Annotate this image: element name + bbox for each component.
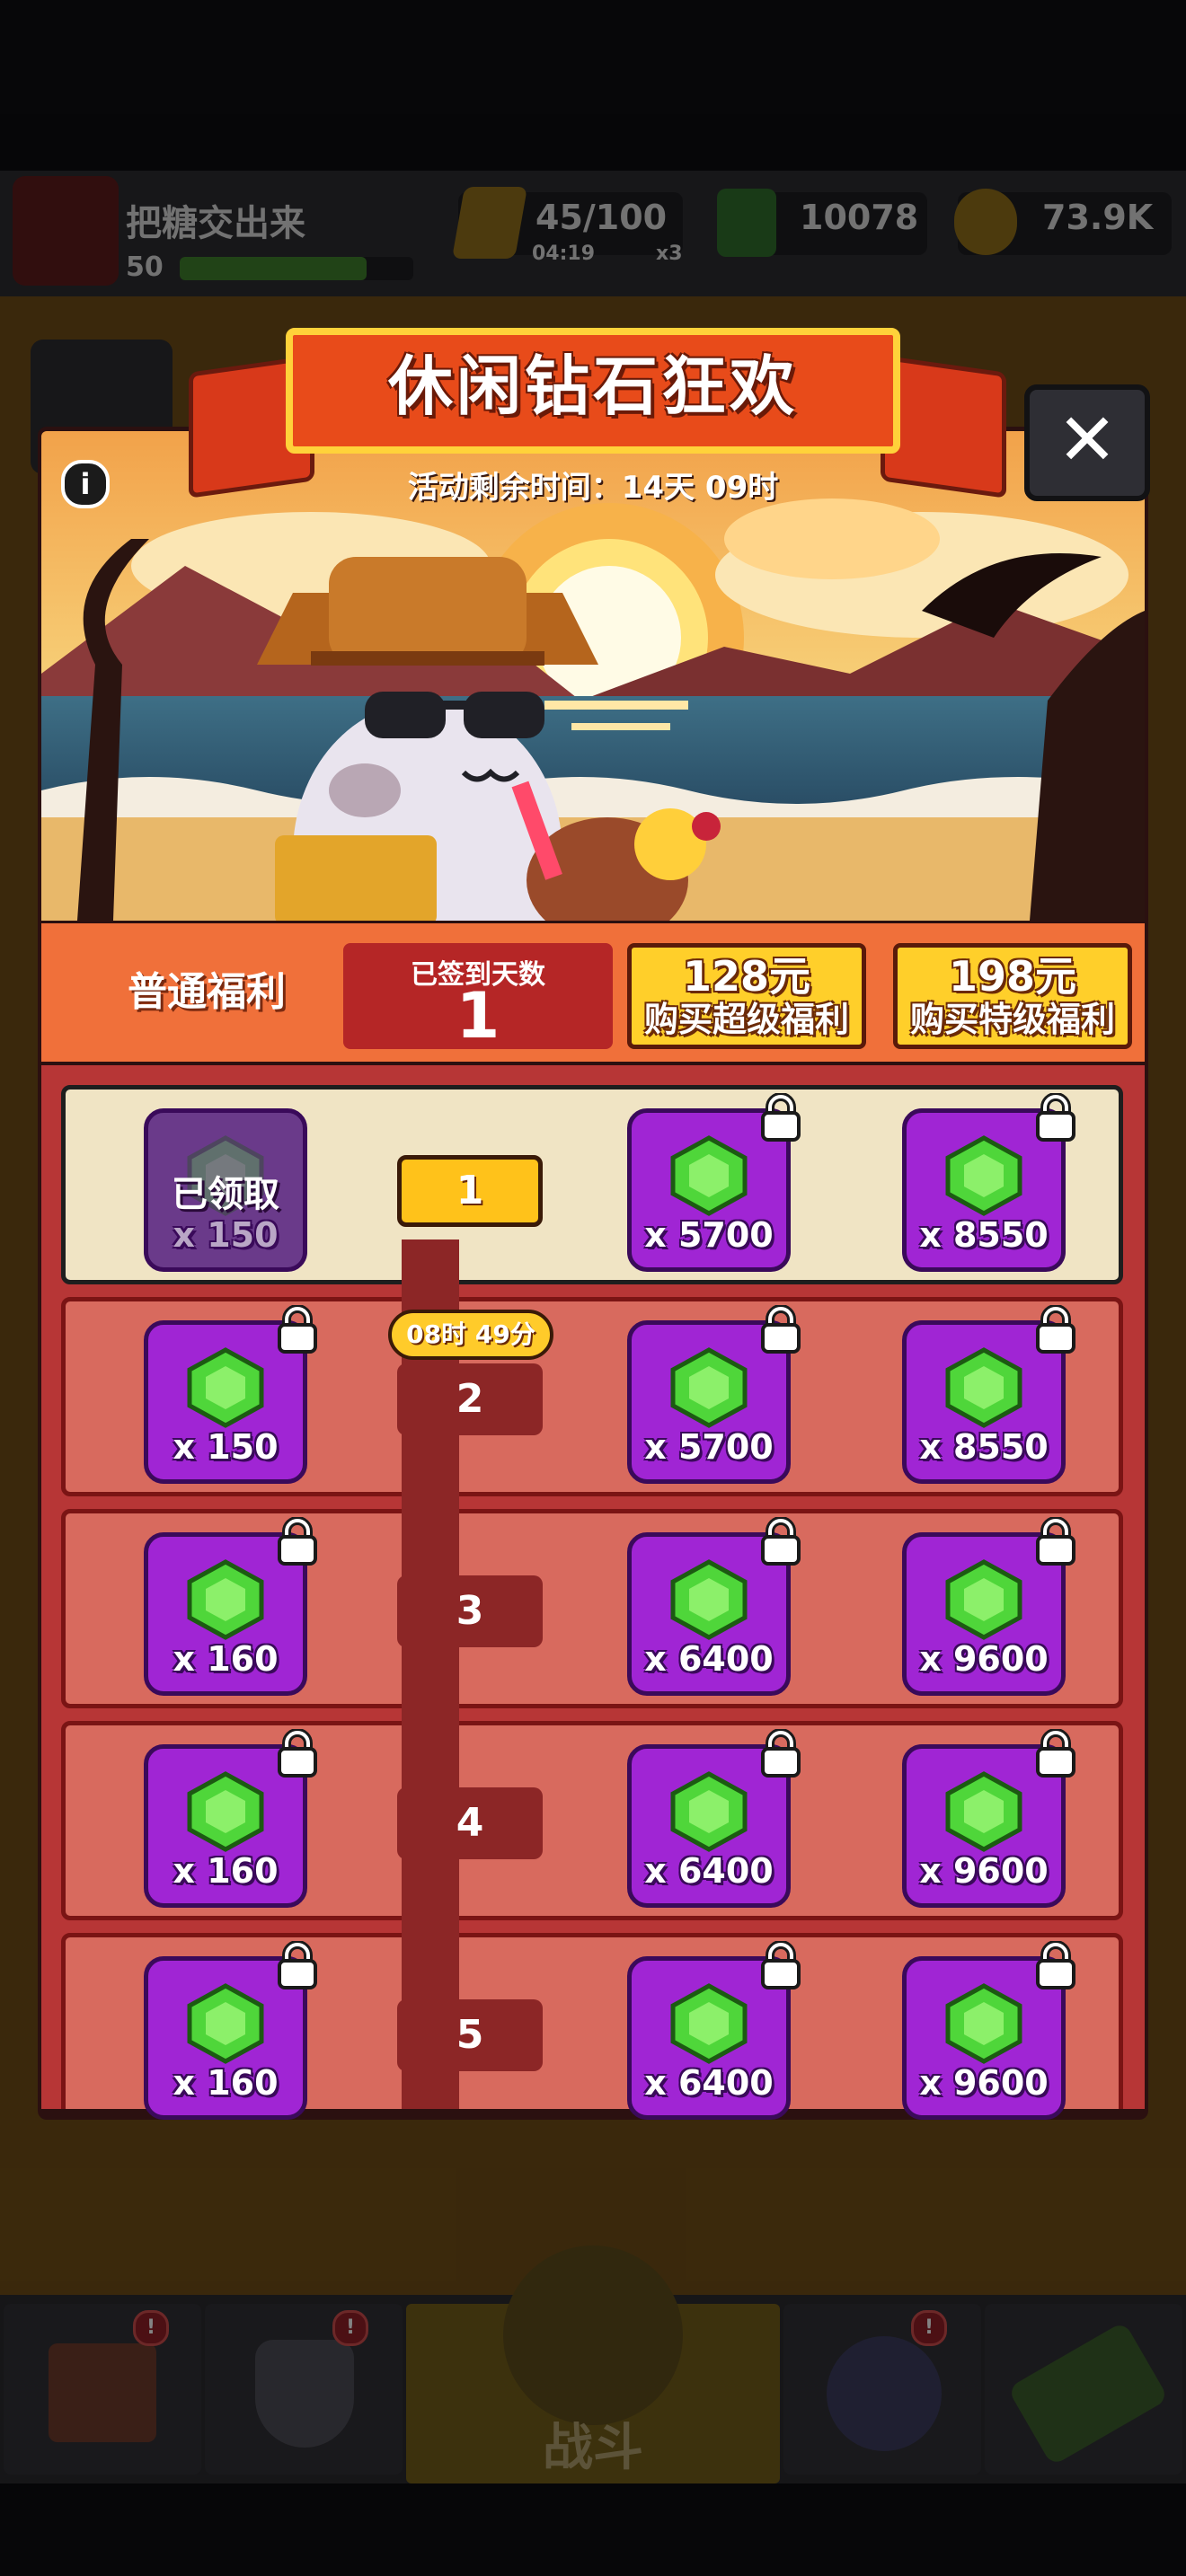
- reward-quantity: x 5700: [644, 1427, 774, 1467]
- special-price: 198元: [948, 952, 1077, 1001]
- reward-special[interactable]: x 9600: [902, 1941, 1075, 2120]
- info-icon[interactable]: i: [61, 460, 110, 508]
- signed-days-count: 1: [456, 979, 500, 1053]
- super-label: 购买超级福利: [643, 1000, 849, 1039]
- lock-icon: [761, 1305, 801, 1354]
- lock-icon: [761, 1093, 801, 1142]
- reward-quantity: x 9600: [919, 1639, 1049, 1679]
- event-remaining-time: 活动剩余时间：14天 09时: [407, 470, 779, 506]
- gem-icon: [187, 1983, 264, 2064]
- buy-special-welfare-button[interactable]: 198元 购买特级福利: [893, 943, 1132, 1049]
- special-label: 购买特级福利: [909, 1000, 1115, 1039]
- reward-quantity: x 160: [173, 1851, 279, 1891]
- gem-icon: [187, 1347, 264, 1428]
- gem-icon: [670, 1771, 748, 1852]
- lock-icon: [278, 1729, 317, 1778]
- day-marker: 2: [397, 1363, 543, 1435]
- lock-icon: [1036, 1093, 1075, 1142]
- reward-super[interactable]: x 6400: [627, 1517, 801, 1696]
- reward-quantity: x 5700: [644, 1215, 774, 1255]
- reward-quantity: x 160: [173, 2063, 279, 2103]
- reward-quantity: x 150: [173, 1215, 279, 1255]
- lock-icon: [1036, 1517, 1075, 1566]
- super-price: 128元: [682, 952, 811, 1001]
- reward-super[interactable]: x 5700: [627, 1305, 801, 1484]
- reward-super[interactable]: x 6400: [627, 1729, 801, 1908]
- reward-special[interactable]: x 9600: [902, 1517, 1075, 1696]
- gem-icon: [670, 1983, 748, 2064]
- gem-icon: [670, 1135, 748, 1216]
- normal-welfare-label: 普通福利: [128, 969, 286, 1015]
- reward-special[interactable]: x 8550: [902, 1093, 1075, 1272]
- reward-super[interactable]: x 6400: [627, 1941, 801, 2120]
- reward-special[interactable]: x 8550: [902, 1305, 1075, 1484]
- reward-special[interactable]: x 9600: [902, 1729, 1075, 1908]
- claimed-label: 已领取: [172, 1174, 279, 1215]
- day-marker: 5: [397, 1999, 543, 2071]
- reward-free[interactable]: x 150: [144, 1305, 317, 1484]
- reward-quantity: x 160: [173, 1639, 279, 1679]
- gem-icon: [670, 1559, 748, 1640]
- lock-icon: [278, 1517, 317, 1566]
- lock-icon: [278, 1941, 317, 1989]
- reward-quantity: x 6400: [644, 2063, 774, 2103]
- gem-icon: [187, 1559, 264, 1640]
- gem-icon: [945, 1983, 1022, 2064]
- gem-icon: [945, 1135, 1022, 1216]
- reward-free[interactable]: x 160: [144, 1941, 317, 2120]
- reward-quantity: x 9600: [919, 2063, 1049, 2103]
- reward-quantity: x 8550: [919, 1215, 1049, 1255]
- lock-icon: [761, 1729, 801, 1778]
- lock-icon: [1036, 1729, 1075, 1778]
- lock-icon: [761, 1941, 801, 1989]
- gem-icon: [670, 1347, 748, 1428]
- lock-icon: [1036, 1305, 1075, 1354]
- reward-free-claimed: 已领取 x 150: [144, 1108, 307, 1272]
- reward-quantity: x 6400: [644, 1639, 774, 1679]
- gem-icon: [945, 1771, 1022, 1852]
- reward-free[interactable]: x 160: [144, 1729, 317, 1908]
- close-icon[interactable]: ✕: [1024, 384, 1150, 501]
- reward-quantity: x 150: [173, 1427, 279, 1467]
- reward-quantity: x 8550: [919, 1427, 1049, 1467]
- next-reward-countdown: 08时 49分: [388, 1310, 553, 1360]
- event-title: 休闲钻石狂欢: [387, 348, 798, 424]
- reward-super[interactable]: x 5700: [627, 1093, 801, 1272]
- buy-super-welfare-button[interactable]: 128元 购买超级福利: [627, 943, 866, 1049]
- reward-quantity: x 6400: [644, 1851, 774, 1891]
- reward-free[interactable]: x 160: [144, 1517, 317, 1696]
- day-marker: 3: [397, 1575, 543, 1647]
- day-marker-current: 1: [397, 1155, 543, 1227]
- gem-icon: [945, 1347, 1022, 1428]
- gem-icon: [945, 1559, 1022, 1640]
- gem-icon: [187, 1771, 264, 1852]
- lock-icon: [1036, 1941, 1075, 1989]
- day-marker: 4: [397, 1787, 543, 1859]
- reward-quantity: x 9600: [919, 1851, 1049, 1891]
- lock-icon: [278, 1305, 317, 1354]
- lock-icon: [761, 1517, 801, 1566]
